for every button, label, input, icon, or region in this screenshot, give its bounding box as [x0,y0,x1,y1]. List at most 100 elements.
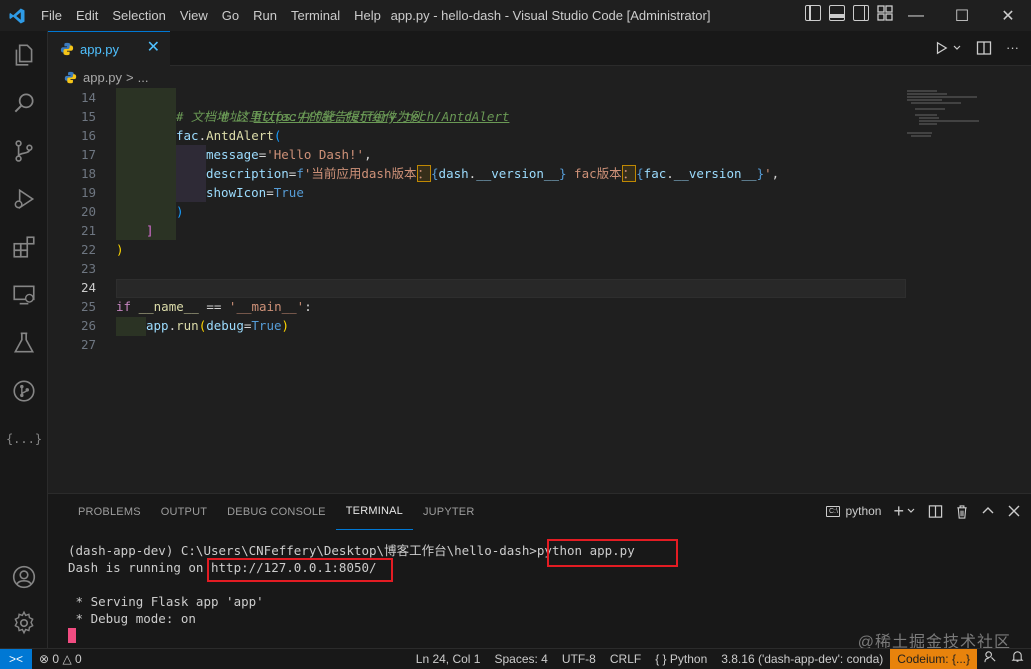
remote-explorer-icon[interactable] [0,271,48,319]
explorer-icon[interactable] [0,31,48,79]
maximize-panel-icon[interactable] [981,504,995,518]
code-token: '当前应用dash版本 [303,166,417,181]
chevron-down-icon[interactable] [906,506,916,516]
toggle-primary-sidebar-icon[interactable] [805,5,821,21]
code-token: == [198,299,229,314]
menu-view[interactable]: View [173,4,215,28]
trash-icon[interactable] [955,504,969,519]
python-interpreter[interactable]: 3.8.16 ('dash-app-dev': conda) [714,649,890,669]
encoding[interactable]: UTF-8 [555,649,603,669]
code-token: message [206,147,259,162]
code-line-14: # 这里以fac中的警告提示组件为例 [176,88,421,124]
tab-problems[interactable]: PROBLEMS [68,494,151,530]
split-terminal-icon[interactable] [928,504,943,519]
code-token: description [206,166,289,181]
window-controls: — ☐ ✕ [893,0,1031,31]
accounts-icon[interactable] [0,553,48,601]
indent-guide [116,317,146,336]
new-terminal-button[interactable]: + [893,502,904,520]
customize-layout-icon[interactable] [877,5,893,21]
scrollbar[interactable] [1017,88,1031,493]
search-icon[interactable] [0,79,48,127]
menu-selection[interactable]: Selection [105,4,172,28]
code-token: ) [281,318,290,333]
terminal-icon: C:\ [826,505,841,517]
tab-jupyter[interactable]: JUPYTER [413,494,485,530]
close-panel-icon[interactable] [1007,504,1021,518]
minimize-button[interactable]: — [893,0,939,31]
codeium-status[interactable]: Codeium: {...} [890,649,977,669]
line-number: 26 [80,318,96,333]
source-control-icon[interactable] [0,127,48,175]
vscode-logo-icon[interactable] [0,0,34,31]
code-token: True [273,185,304,200]
json-outline-icon[interactable]: {...} [0,415,48,463]
line-number: 19 [80,185,96,200]
error-count: 0 [52,651,60,666]
code-token: fac版本 [566,166,622,181]
maximize-button[interactable]: ☐ [939,0,985,31]
end-of-line[interactable]: CRLF [603,649,648,669]
settings-gear-icon[interactable] [0,599,48,647]
remote-indicator-icon[interactable]: >< [0,648,32,669]
chevron-down-icon[interactable] [952,43,962,53]
toggle-secondary-sidebar-icon[interactable] [853,5,869,21]
tab-debug-console[interactable]: DEBUG CONSOLE [217,494,336,530]
menu-file[interactable]: File [34,4,69,28]
code-token: showIcon [206,185,267,200]
breadcrumb-file[interactable]: app.py [83,70,122,85]
panel-tabs: PROBLEMS OUTPUT DEBUG CONSOLE TERMINAL J… [68,494,484,530]
doc-link[interactable]: https://fac.feffery.tech/AntdAlert [254,109,510,124]
cursor-position[interactable]: Ln 24, Col 1 [409,649,488,669]
menu-run[interactable]: Run [246,4,284,28]
code-token: f [296,166,304,181]
code-token: debug [206,318,244,333]
terminal-selector[interactable]: C:\ python [826,504,881,518]
run-python-file-icon[interactable] [934,41,948,55]
editor-tab-bar: app.py ✕ ··· [48,31,1031,66]
breadcrumb-symbol[interactable]: ... [138,70,149,85]
menu-edit[interactable]: Edit [69,4,105,28]
language-mode[interactable]: { } Python [648,649,714,669]
activity-bar: {...} [0,31,48,648]
split-editor-icon[interactable] [976,40,992,56]
minimap[interactable] [907,88,1017,148]
code-token: AntdAlert [206,128,274,143]
git-graph-icon[interactable] [0,367,48,415]
problems-status[interactable]: ⊗ 0 △ 0 [32,649,89,669]
code-editor[interactable]: 14 15 16 17 18 19 20 21 22 23 24 25 26 2… [48,88,1031,493]
tab-app-py[interactable]: app.py ✕ [48,31,170,66]
extensions-icon[interactable] [0,223,48,271]
menu-terminal[interactable]: Terminal [284,4,347,28]
more-actions-icon[interactable]: ··· [1006,39,1019,57]
menu-go[interactable]: Go [215,4,246,28]
line-number: 20 [80,204,96,219]
run-debug-icon[interactable] [0,175,48,223]
line-number-active: 24 [80,280,96,295]
code-token: } [756,166,765,181]
braces-icon: { } [655,652,670,666]
code-line-26: app.run(debug=True) [146,316,289,335]
code-token: { [431,166,439,181]
code-token: , [771,166,780,181]
feedback-icon[interactable] [977,649,1004,669]
close-button[interactable]: ✕ [985,0,1031,31]
indentation[interactable]: Spaces: 4 [487,649,554,669]
code-line-15: # 文档地址：https://fac.feffery.tech/AntdAler… [176,107,509,126]
line-number: 27 [80,337,96,352]
menu-help[interactable]: Help [347,4,388,28]
line-number: 18 [80,166,96,181]
code-token: ) [176,204,184,219]
unicode-warning-box: ： [621,165,637,182]
tab-close-icon[interactable]: ✕ [147,40,160,56]
tab-terminal[interactable]: TERMINAL [335,494,413,530]
testing-flask-icon[interactable] [0,319,48,367]
warning-icon: △ [62,651,72,666]
code-line-20: ) [176,202,184,221]
line-number: 17 [80,147,96,162]
notifications-bell-icon[interactable] [1004,649,1031,669]
code-token: fac [643,166,667,181]
code-token: { [636,166,644,181]
toggle-panel-icon[interactable] [829,5,845,21]
tab-output[interactable]: OUTPUT [151,494,217,530]
